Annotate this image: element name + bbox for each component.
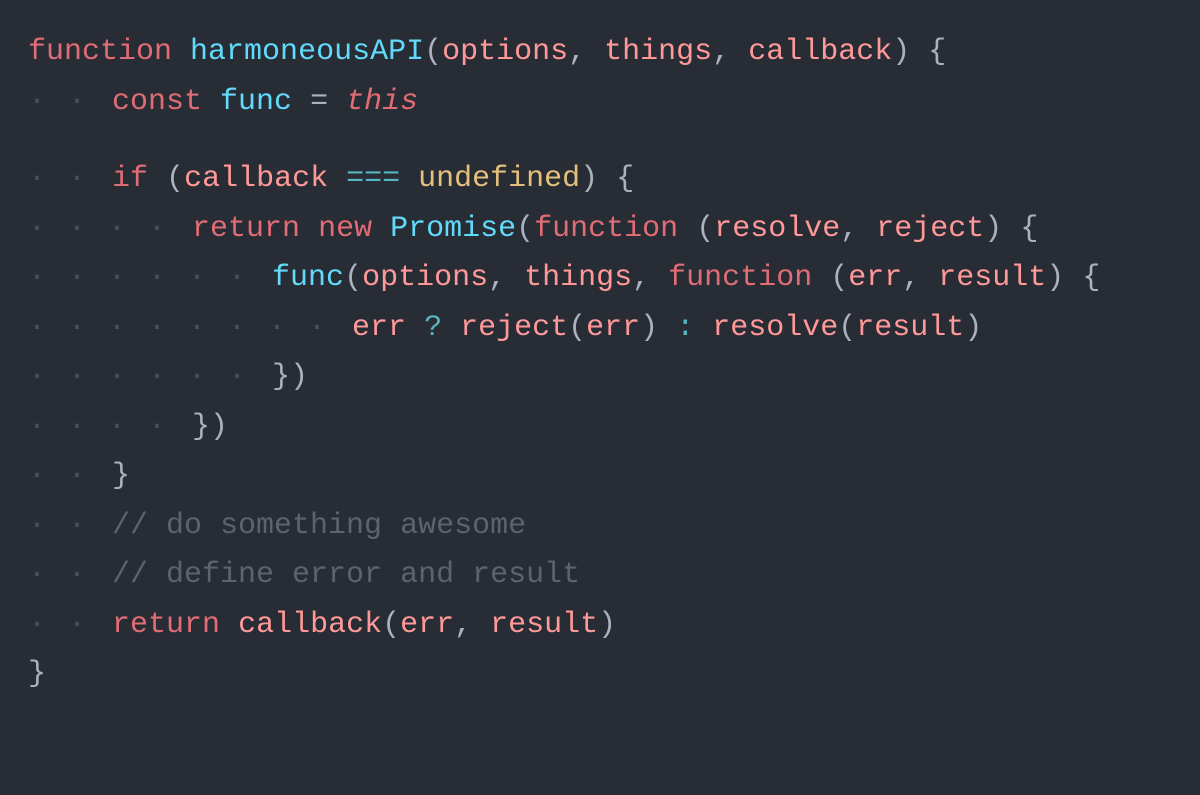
code-line-14: } [20, 650, 1180, 700]
code-line-6: · · · · · · func(options, things, functi… [20, 254, 1180, 304]
keyword-const: const [112, 78, 202, 128]
code-line-1: function harmoneousAPI(options, things, … [20, 28, 1180, 78]
code-line-5: · · · · return new Promise(function (res… [20, 205, 1180, 255]
code-line-12: · · // define error and result [20, 551, 1180, 601]
code-line-7: · · · · · · · · err ? reject(err) : reso… [20, 304, 1180, 354]
code-line-13: · · return callback(err, result) [20, 601, 1180, 651]
code-line-9: · · · · }) [20, 403, 1180, 453]
keyword-return: return [192, 205, 300, 255]
keyword-if: if [112, 155, 148, 205]
code-line-4: · · if (callback === undefined) { [20, 155, 1180, 205]
keyword-new: new [318, 205, 372, 255]
keyword-return-2: return [112, 601, 220, 651]
class-promise: Promise [390, 205, 516, 255]
function-name: harmoneousAPI [190, 28, 424, 78]
code-line-8: · · · · · · }) [20, 353, 1180, 403]
keyword-undefined: undefined [418, 155, 580, 205]
code-line-2: · · const func = this [20, 78, 1180, 128]
code-editor: function harmoneousAPI(options, things, … [0, 0, 1200, 795]
comment-2: // define error and result [112, 551, 580, 601]
empty-line [20, 127, 1180, 155]
keyword-this: this [346, 78, 418, 128]
call-func: func [272, 254, 344, 304]
keyword-function: function [28, 28, 172, 78]
var-func: func [220, 78, 292, 128]
comment-1: // do something awesome [112, 502, 526, 552]
code-line-11: · · // do something awesome [20, 502, 1180, 552]
code-line-10: · · } [20, 452, 1180, 502]
